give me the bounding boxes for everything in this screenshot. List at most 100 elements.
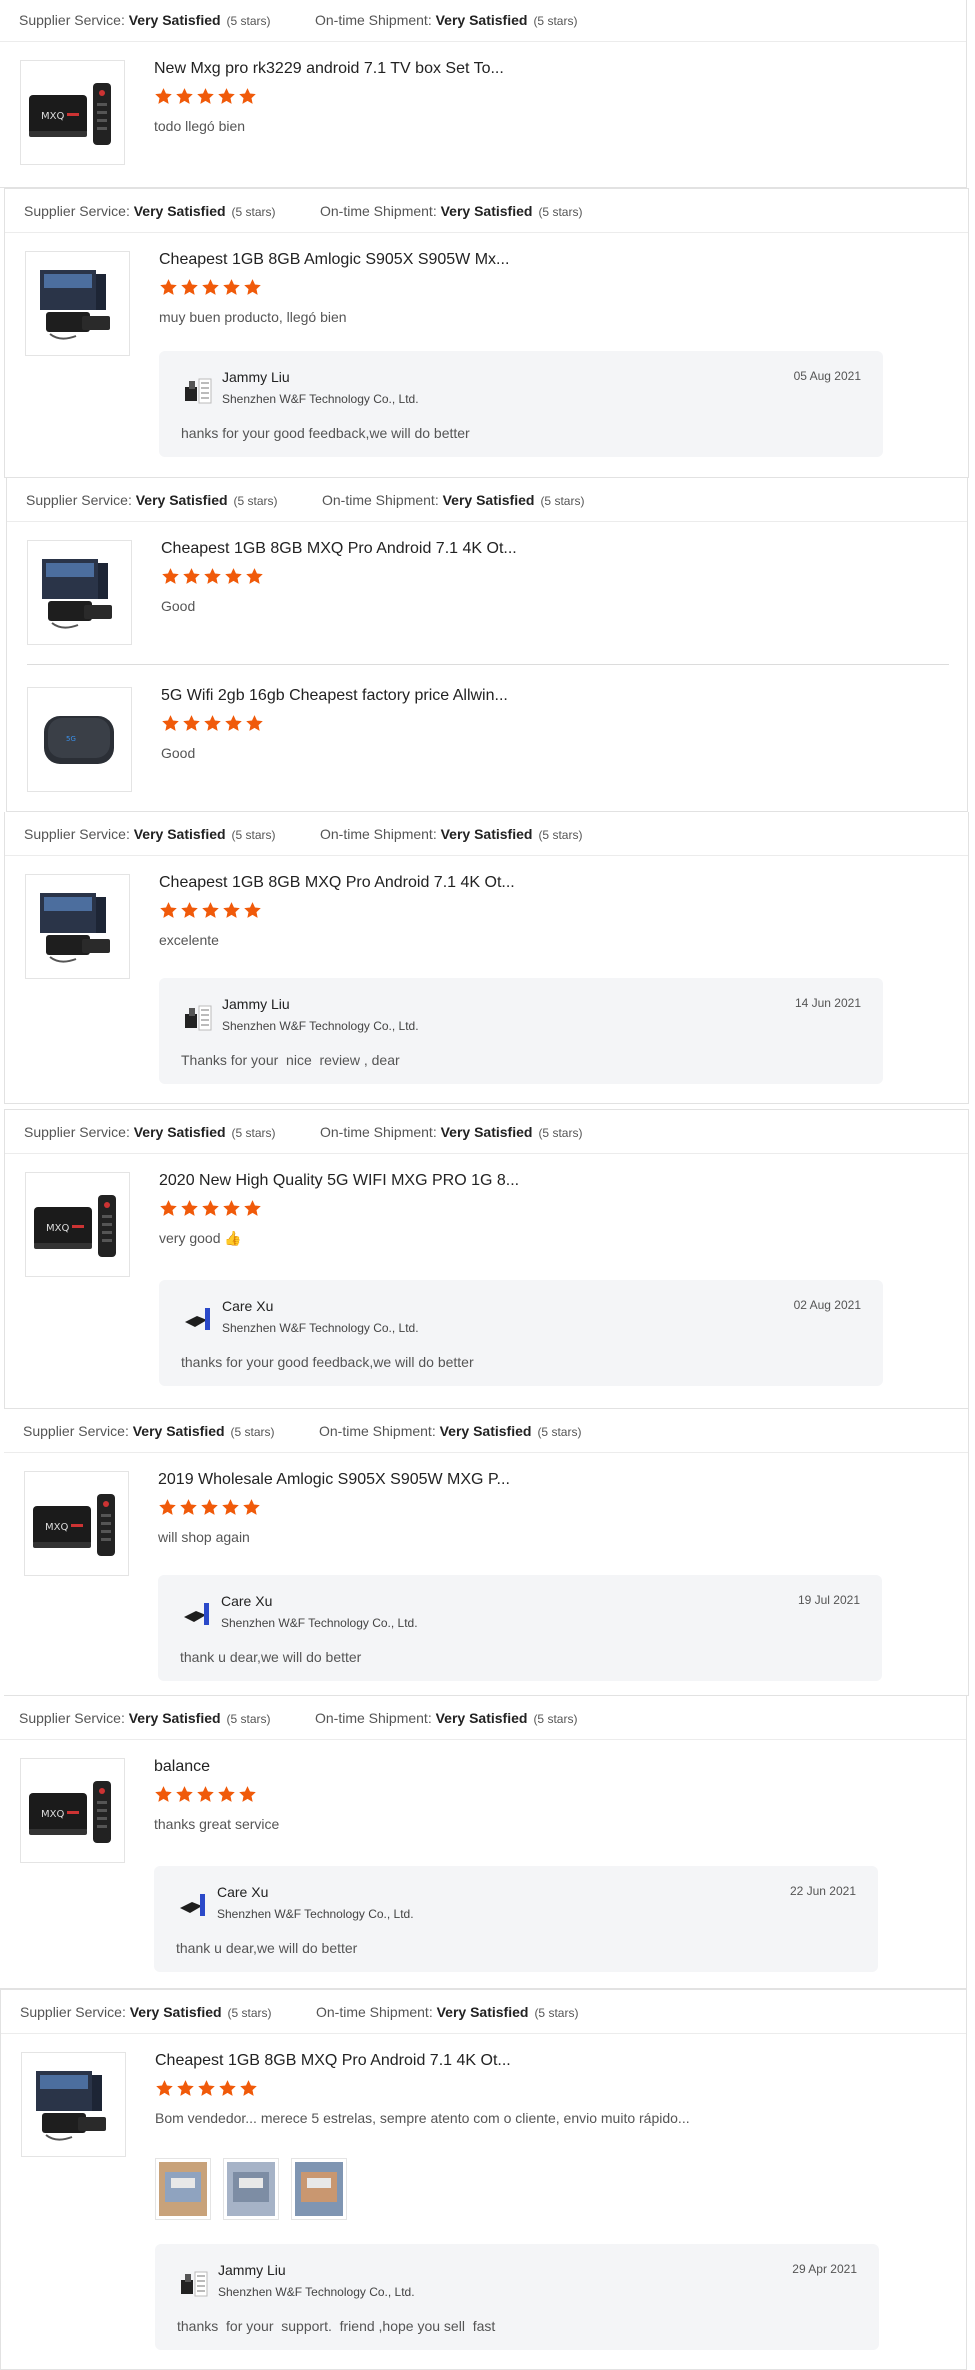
product-thumbnail[interactable]	[25, 251, 130, 356]
rating-summary: Supplier Service: Very Satisfied (5 stars…	[5, 812, 968, 856]
shipment-label: On-time Shipment:	[320, 1124, 437, 1140]
star-icon	[180, 1199, 199, 1218]
shipment-label: On-time Shipment:	[315, 12, 432, 28]
supplier-service-label: Supplier Service:	[20, 2004, 126, 2020]
review-photo-thumbnail[interactable]	[155, 2158, 211, 2220]
reply-date: 02 Aug 2021	[793, 1298, 861, 1312]
star-icon	[203, 714, 222, 733]
shipment-rating: On-time Shipment: Very Satisfied (5 stars…	[320, 1110, 582, 1154]
reply-date: 19 Jul 2021	[797, 1593, 860, 1607]
seller-company: Shenzhen W&F Technology Co., Ltd.	[218, 2285, 415, 2299]
product-row: MXQ New Mxg pro rk3229 android 7.1 TV box…	[0, 60, 966, 170]
supplier-service-value: Very Satisfied	[133, 1124, 226, 1140]
star-icon	[155, 2079, 174, 2098]
product-row: 5G 5G Wifi 2gb 16gb Cheapest factory pric…	[7, 687, 967, 797]
supplier-service-rating: Supplier Service: Very Satisfied (5 stars…	[23, 1409, 275, 1453]
shipment-value: Very Satisfied	[435, 1710, 528, 1726]
review-photo-thumbnail[interactable]	[223, 2158, 279, 2220]
seller-avatar-icon	[181, 1000, 215, 1034]
supplier-service-label: Supplier Service:	[24, 203, 130, 219]
reply-date: 29 Apr 2021	[792, 2262, 857, 2276]
seller-company: Shenzhen W&F Technology Co., Ltd.	[222, 392, 419, 406]
product-thumbnail[interactable]: 5G	[27, 687, 132, 792]
feedback-card: Supplier Service: Very Satisfied (5 stars…	[0, 1989, 967, 2370]
shipment-rating: On-time Shipment: Very Satisfied (5 stars…	[320, 812, 582, 856]
reply-date: 05 Aug 2021	[793, 369, 861, 383]
product-row: Cheapest 1GB 8GB MXQ Pro Android 7.1 4K …	[1, 2052, 966, 2162]
seller-name: Care Xu	[221, 1593, 273, 1609]
seller-company: Shenzhen W&F Technology Co., Ltd.	[221, 1616, 418, 1630]
product-thumbnail[interactable]: MXQ	[20, 60, 125, 165]
product-title-link[interactable]: 2019 Wholesale Amlogic S905X S905W MXG P…	[158, 1471, 510, 1489]
product-title-link[interactable]: Cheapest 1GB 8GB MXQ Pro Android 7.1 4K …	[155, 2052, 511, 2070]
shipment-value: Very Satisfied	[440, 826, 533, 842]
product-row: MXQ balance thanks great service	[0, 1758, 966, 1868]
seller-company: Shenzhen W&F Technology Co., Ltd.	[222, 1321, 419, 1335]
star-rating	[154, 87, 257, 106]
product-thumbnail[interactable]: MXQ	[20, 1758, 125, 1863]
product-title-link[interactable]: balance	[154, 1758, 210, 1776]
supplier-service-label: Supplier Service:	[19, 1710, 125, 1726]
boxed-tv-box-icon	[26, 875, 129, 978]
star-icon	[243, 1199, 262, 1218]
shipment-label: On-time Shipment:	[322, 492, 439, 508]
shipment-stars: (5 stars)	[538, 1126, 583, 1140]
shipment-stars: (5 stars)	[538, 205, 583, 219]
star-icon	[197, 2079, 216, 2098]
supplier-service-label: Supplier Service:	[19, 12, 125, 28]
shipment-label: On-time Shipment:	[320, 826, 437, 842]
product-title-link[interactable]: Cheapest 1GB 8GB Amlogic S905X S905W Mx.…	[159, 251, 509, 269]
supplier-service-rating: Supplier Service: Very Satisfied (5 stars…	[26, 478, 278, 522]
star-icon	[239, 2079, 258, 2098]
product-thumbnail[interactable]	[21, 2052, 126, 2157]
product-thumbnail[interactable]	[27, 540, 132, 645]
svg-text:MXQ: MXQ	[41, 1809, 64, 1820]
shipment-stars: (5 stars)	[534, 2006, 579, 2020]
rating-summary: Supplier Service: Very Satisfied (5 stars…	[0, 0, 966, 42]
star-icon	[180, 278, 199, 297]
star-icon	[201, 278, 220, 297]
star-icon	[201, 1199, 220, 1218]
shipment-rating: On-time Shipment: Very Satisfied (5 stars…	[319, 1409, 581, 1453]
product-title-link[interactable]: 2020 New High Quality 5G WIFI MXG PRO 1G…	[159, 1172, 519, 1190]
review-text: very good 👍	[159, 1230, 242, 1246]
product-thumbnail[interactable]: MXQ	[25, 1172, 130, 1277]
product-title-link[interactable]: 5G Wifi 2gb 16gb Cheapest factory price …	[161, 687, 508, 705]
feedback-card: Supplier Service: Very Satisfied (5 stars…	[4, 188, 969, 478]
shipment-rating: On-time Shipment: Very Satisfied (5 stars…	[316, 1990, 578, 2034]
star-icon	[238, 87, 257, 106]
svg-text:MXQ: MXQ	[46, 1223, 69, 1234]
review-text: muy buen producto, llegó bien	[159, 309, 347, 325]
star-icon	[159, 1199, 178, 1218]
seller-avatar-icon	[177, 2266, 211, 2300]
reply-text: thanks for your good feedback,we will do…	[181, 1354, 474, 1370]
rating-summary: Supplier Service: Very Satisfied (5 stars…	[4, 1409, 968, 1453]
supplier-service-value: Very Satisfied	[128, 12, 221, 28]
star-rating	[159, 1199, 262, 1218]
product-thumbnail[interactable]	[25, 874, 130, 979]
supplier-service-rating: Supplier Service: Very Satisfied (5 stars…	[24, 1110, 276, 1154]
review-text: Good	[161, 745, 196, 761]
star-icon	[224, 714, 243, 733]
supplier-service-value: Very Satisfied	[129, 2004, 222, 2020]
shipment-value: Very Satisfied	[440, 1124, 533, 1140]
star-icon	[217, 87, 236, 106]
star-icon	[182, 567, 201, 586]
star-icon	[161, 714, 180, 733]
star-icon	[245, 567, 264, 586]
star-rating	[161, 714, 264, 733]
product-thumbnail[interactable]: MXQ	[24, 1471, 129, 1576]
mxq-pro-box-remote-icon: MXQ	[21, 1759, 124, 1862]
product-title-link[interactable]: Cheapest 1GB 8GB MXQ Pro Android 7.1 4K …	[159, 874, 515, 892]
star-icon	[201, 901, 220, 920]
star-icon	[180, 901, 199, 920]
product-title-link[interactable]: New Mxg pro rk3229 android 7.1 TV box Se…	[154, 60, 504, 78]
reply-text: thank u dear,we will do better	[180, 1649, 362, 1665]
product-row: Cheapest 1GB 8GB Amlogic S905X S905W Mx.…	[5, 251, 968, 361]
review-photo-thumbnail[interactable]	[291, 2158, 347, 2220]
star-icon	[158, 1498, 177, 1517]
product-title-link[interactable]: Cheapest 1GB 8GB MXQ Pro Android 7.1 4K …	[161, 540, 517, 558]
rating-summary: Supplier Service: Very Satisfied (5 stars…	[7, 478, 967, 522]
seller-reply: Jammy Liu Shenzhen W&F Technology Co., Lt…	[159, 351, 883, 457]
seller-reply: Care Xu Shenzhen W&F Technology Co., Ltd.…	[159, 1280, 883, 1386]
